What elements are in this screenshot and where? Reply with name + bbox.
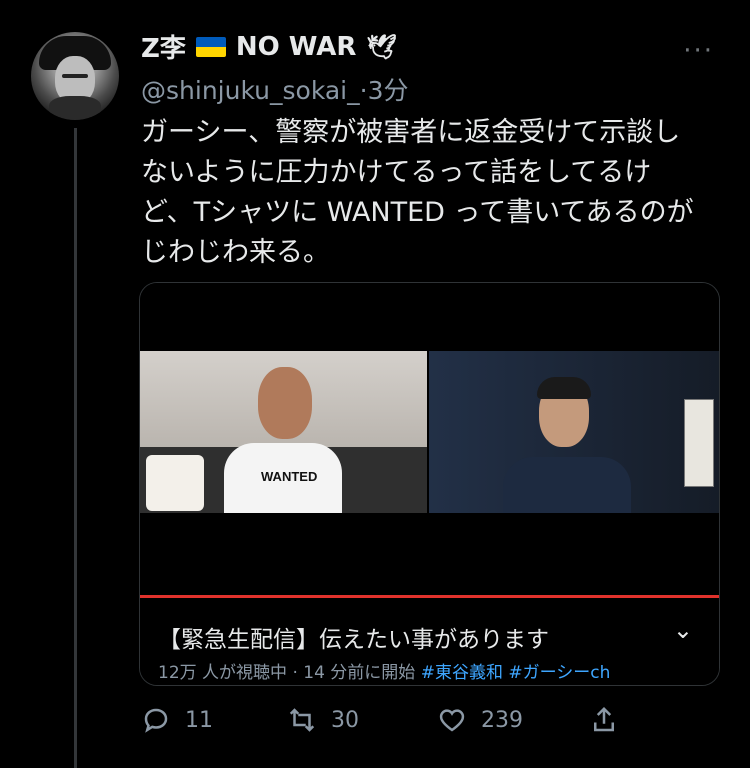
reply-button[interactable]: 11 — [141, 700, 213, 740]
ukraine-flag-icon — [195, 36, 226, 57]
video-thumbnail[interactable]: WANTED — [140, 283, 719, 597]
more-options-icon[interactable]: ··· — [683, 36, 714, 66]
video-right-panel — [429, 351, 719, 513]
reply-icon — [144, 708, 168, 733]
display-name-suffix: NO WAR — [235, 31, 357, 62]
viewer-meta: 12万 人が視聴中 · 14 分前に開始 — [158, 663, 416, 683]
display-name[interactable]: Z李 NO WAR 🕊 — [141, 28, 710, 65]
reply-count: 11 — [185, 707, 213, 733]
display-name-text: Z李 — [141, 34, 186, 64]
avatar-eyes — [62, 74, 88, 78]
separator: · — [359, 76, 368, 105]
chevron-down-icon[interactable]: ⌄ — [673, 616, 693, 644]
retweet-count: 30 — [331, 707, 359, 733]
video-meta: 12万 人が視聴中 · 14 分前に開始 #東谷義和 #ガーシーch — [158, 658, 610, 683]
avatar-shadow — [49, 96, 101, 120]
tweet-text: ガーシー、警察が被害者に返金受けて示談し ないように圧力かけてるって話をしてるけ… — [141, 117, 694, 268]
share-icon — [594, 706, 614, 732]
video-card[interactable]: WANTED 【緊急生配信】伝えたい事があります ⌄ 12万 人が視聴中 · 1… — [139, 282, 720, 686]
timestamp[interactable]: 3分 — [368, 76, 409, 105]
heart-icon — [439, 709, 465, 732]
video-left-panel: WANTED — [140, 351, 427, 513]
retweet-button[interactable]: 30 — [287, 700, 359, 740]
hashtag-1[interactable]: #東谷義和 — [421, 663, 503, 683]
dove-icon: 🕊 — [366, 32, 397, 61]
handle[interactable]: @shinjuku_sokai_ — [141, 76, 360, 105]
video-card-info[interactable]: 【緊急生配信】伝えたい事があります ⌄ 12万 人が視聴中 · 14 分前に開始… — [140, 598, 719, 685]
like-count: 239 — [481, 707, 523, 733]
thread-line — [74, 128, 77, 768]
tweet-header: Z李 NO WAR 🕊 @shinjuku_sokai_·3分 — [141, 28, 710, 106]
hashtag-2[interactable]: #ガーシーch — [508, 663, 610, 683]
like-button[interactable]: 239 — [437, 700, 523, 740]
tweet-actions: 11 30 239 — [141, 700, 721, 740]
share-button[interactable] — [589, 700, 619, 740]
handle-row: @shinjuku_sokai_·3分 — [141, 71, 710, 107]
banner-icon — [684, 399, 714, 487]
video-title[interactable]: 【緊急生配信】伝えたい事があります — [158, 620, 549, 654]
retweet-icon — [289, 708, 315, 732]
shirt-text: WANTED — [261, 469, 318, 484]
avatar[interactable] — [31, 32, 119, 120]
